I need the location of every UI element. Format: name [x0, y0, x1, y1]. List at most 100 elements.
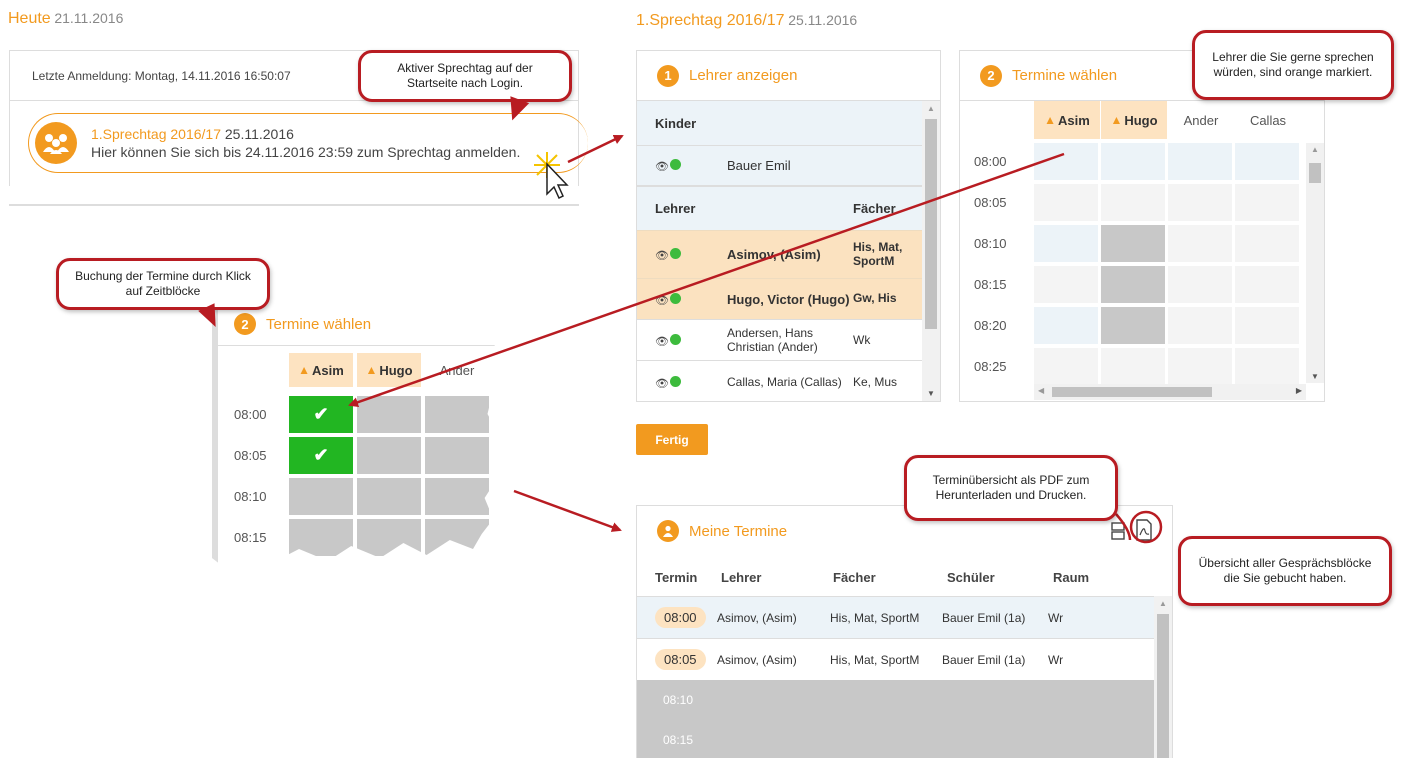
time-slot[interactable]: [1235, 143, 1299, 180]
col-termin: Termin: [655, 569, 698, 585]
time-slot[interactable]: [425, 519, 489, 556]
time-slot[interactable]: [1168, 143, 1232, 180]
lehrer-faecher: Gw, His: [853, 291, 897, 306]
scroll-down-icon[interactable]: ▼: [927, 389, 935, 398]
termin-time: 08:05: [655, 649, 706, 670]
column-label: Hugo: [1124, 112, 1158, 128]
lehrer-row-hugo[interactable]: 👁 Hugo, Victor (Hugo) Gw, His: [637, 278, 922, 319]
termine-vscrollbar[interactable]: ▲ ▼: [1306, 143, 1324, 383]
table-row-empty[interactable]: 08:10: [637, 680, 1154, 720]
lehrer-panel: 1 Lehrer anzeigen Kinder 👁 Bauer Emil Le…: [636, 50, 941, 402]
table-row[interactable]: 08:00 Asimov, (Asim) His, Mat, SportM Ba…: [637, 596, 1154, 638]
time-slot[interactable]: [1101, 225, 1165, 262]
time-slot[interactable]: [1034, 225, 1098, 262]
time-slot[interactable]: [425, 478, 489, 515]
column-header-callas[interactable]: Callas: [1235, 101, 1301, 139]
scroll-thumb[interactable]: [1309, 163, 1321, 183]
time-slot[interactable]: [1168, 307, 1232, 344]
scroll-thumb[interactable]: [1052, 387, 1212, 397]
lehrer-faecher: His, Mat, SportM: [853, 240, 903, 268]
time-slot[interactable]: [357, 396, 421, 433]
time-slot[interactable]: [1235, 225, 1299, 262]
time-slot[interactable]: [1034, 184, 1098, 221]
time-slot[interactable]: [1034, 143, 1098, 180]
lehrer-table: Kinder 👁 Bauer Emil Lehrer Fächer 👁 Asim…: [637, 101, 922, 401]
time-slot[interactable]: [1235, 348, 1299, 385]
visibility-toggle[interactable]: 👁: [637, 247, 727, 262]
time-slot[interactable]: [289, 519, 353, 556]
event-date: 25.11.2016: [224, 126, 294, 142]
lehrer-row-ander[interactable]: 👁 Andersen, Hans Christian (Ander) Wk: [637, 319, 922, 360]
scroll-down-icon[interactable]: ▼: [1311, 372, 1319, 381]
booked-slot[interactable]: ✔: [289, 437, 353, 474]
pdf-download-icon[interactable]: [1135, 519, 1153, 544]
time-label: 08:15: [974, 277, 1007, 292]
scroll-up-icon[interactable]: ▲: [1159, 599, 1167, 608]
sprechtag-title: 1.Sprechtag 2016/17: [636, 12, 785, 29]
time-label: 08:00: [974, 154, 1007, 169]
lehrer-row-callas[interactable]: 👁 Callas, Maria (Callas) Ke, Mus: [637, 360, 922, 401]
scroll-thumb[interactable]: [925, 119, 937, 329]
scroll-up-icon[interactable]: ▲: [1311, 145, 1319, 154]
scroll-up-icon[interactable]: ▲: [927, 104, 935, 113]
time-slot[interactable]: [289, 478, 353, 515]
lehrer-row-asim[interactable]: 👁 Asimov, (Asim) His, Mat, SportM: [637, 230, 922, 278]
time-slot[interactable]: [1235, 184, 1299, 221]
person-icon: [657, 520, 679, 542]
time-slot[interactable]: [357, 519, 421, 556]
fertig-button[interactable]: Fertig: [636, 424, 708, 455]
time-slot[interactable]: [425, 396, 489, 433]
time-slot[interactable]: [1101, 143, 1165, 180]
visibility-toggle[interactable]: 👁: [637, 375, 727, 390]
scroll-right-icon[interactable]: ▶: [1296, 386, 1302, 395]
layout-toggle-icon[interactable]: [1110, 521, 1126, 544]
column-header-ander[interactable]: Ander: [425, 353, 489, 387]
time-label: 08:05: [974, 195, 1007, 210]
scroll-thumb[interactable]: [1157, 614, 1169, 758]
termine-hscrollbar[interactable]: ◀ ▶: [1034, 384, 1306, 400]
lehrer-name: Hugo, Victor (Hugo): [727, 291, 850, 307]
visibility-toggle[interactable]: 👁: [637, 158, 727, 173]
time-slot[interactable]: [1168, 184, 1232, 221]
active-event-card[interactable]: 1.Sprechtag 2016/17 25.11.2016 Hier könn…: [28, 113, 588, 173]
time-slot[interactable]: [1168, 266, 1232, 303]
column-header-ander[interactable]: Ander: [1168, 101, 1234, 139]
kind-row[interactable]: 👁 Bauer Emil: [637, 145, 922, 187]
visibility-toggle[interactable]: 👁: [637, 292, 727, 307]
column-header-hugo[interactable]: ▲ Hugo: [357, 353, 421, 387]
time-slot[interactable]: [1101, 266, 1165, 303]
meine-termine-scrollbar[interactable]: ▲: [1154, 596, 1172, 758]
time-slot[interactable]: [1101, 184, 1165, 221]
time-slot[interactable]: [425, 437, 489, 474]
time-slot[interactable]: [1235, 307, 1299, 344]
time-slot[interactable]: [1235, 266, 1299, 303]
termin-schueler: Bauer Emil (1a): [942, 610, 1026, 625]
time-slot[interactable]: [1034, 307, 1098, 344]
lehrer-scrollbar[interactable]: ▲ ▼: [922, 101, 940, 401]
column-header-asim[interactable]: ▲ Asim: [289, 353, 353, 387]
status-dot: [669, 248, 681, 259]
column-header-hugo[interactable]: ▲ Hugo: [1101, 101, 1167, 139]
scroll-left-icon[interactable]: ◀: [1038, 386, 1044, 395]
time-slot[interactable]: [1168, 348, 1232, 385]
time-slot[interactable]: [1034, 266, 1098, 303]
callout-aktiver-sprechtag: Aktiver Sprechtag auf der Startseite nac…: [358, 50, 572, 102]
column-label: Asim: [1058, 112, 1090, 128]
time-slot[interactable]: [1101, 307, 1165, 344]
booked-slot[interactable]: ✔: [289, 396, 353, 433]
col-lehrer: Lehrer: [721, 569, 762, 585]
visibility-toggle[interactable]: 👁: [637, 333, 727, 348]
time-label: 08:10: [234, 489, 267, 504]
table-row-empty[interactable]: 08:15: [637, 720, 1154, 758]
today-label: Heute: [8, 10, 51, 27]
table-row[interactable]: 08:05 Asimov, (Asim) His, Mat, SportM Ba…: [637, 638, 1154, 680]
time-slot[interactable]: [1034, 348, 1098, 385]
time-slot[interactable]: [357, 478, 421, 515]
callout-pdf: Terminübersicht als PDF zum Herunterlade…: [904, 455, 1118, 521]
time-slot[interactable]: [1101, 348, 1165, 385]
time-slot[interactable]: [357, 437, 421, 474]
column-header-asim[interactable]: ▲ Asim: [1034, 101, 1100, 139]
time-slot[interactable]: [1168, 225, 1232, 262]
warning-icon: ▲: [1110, 113, 1123, 127]
eye-icon: 👁: [655, 335, 669, 348]
